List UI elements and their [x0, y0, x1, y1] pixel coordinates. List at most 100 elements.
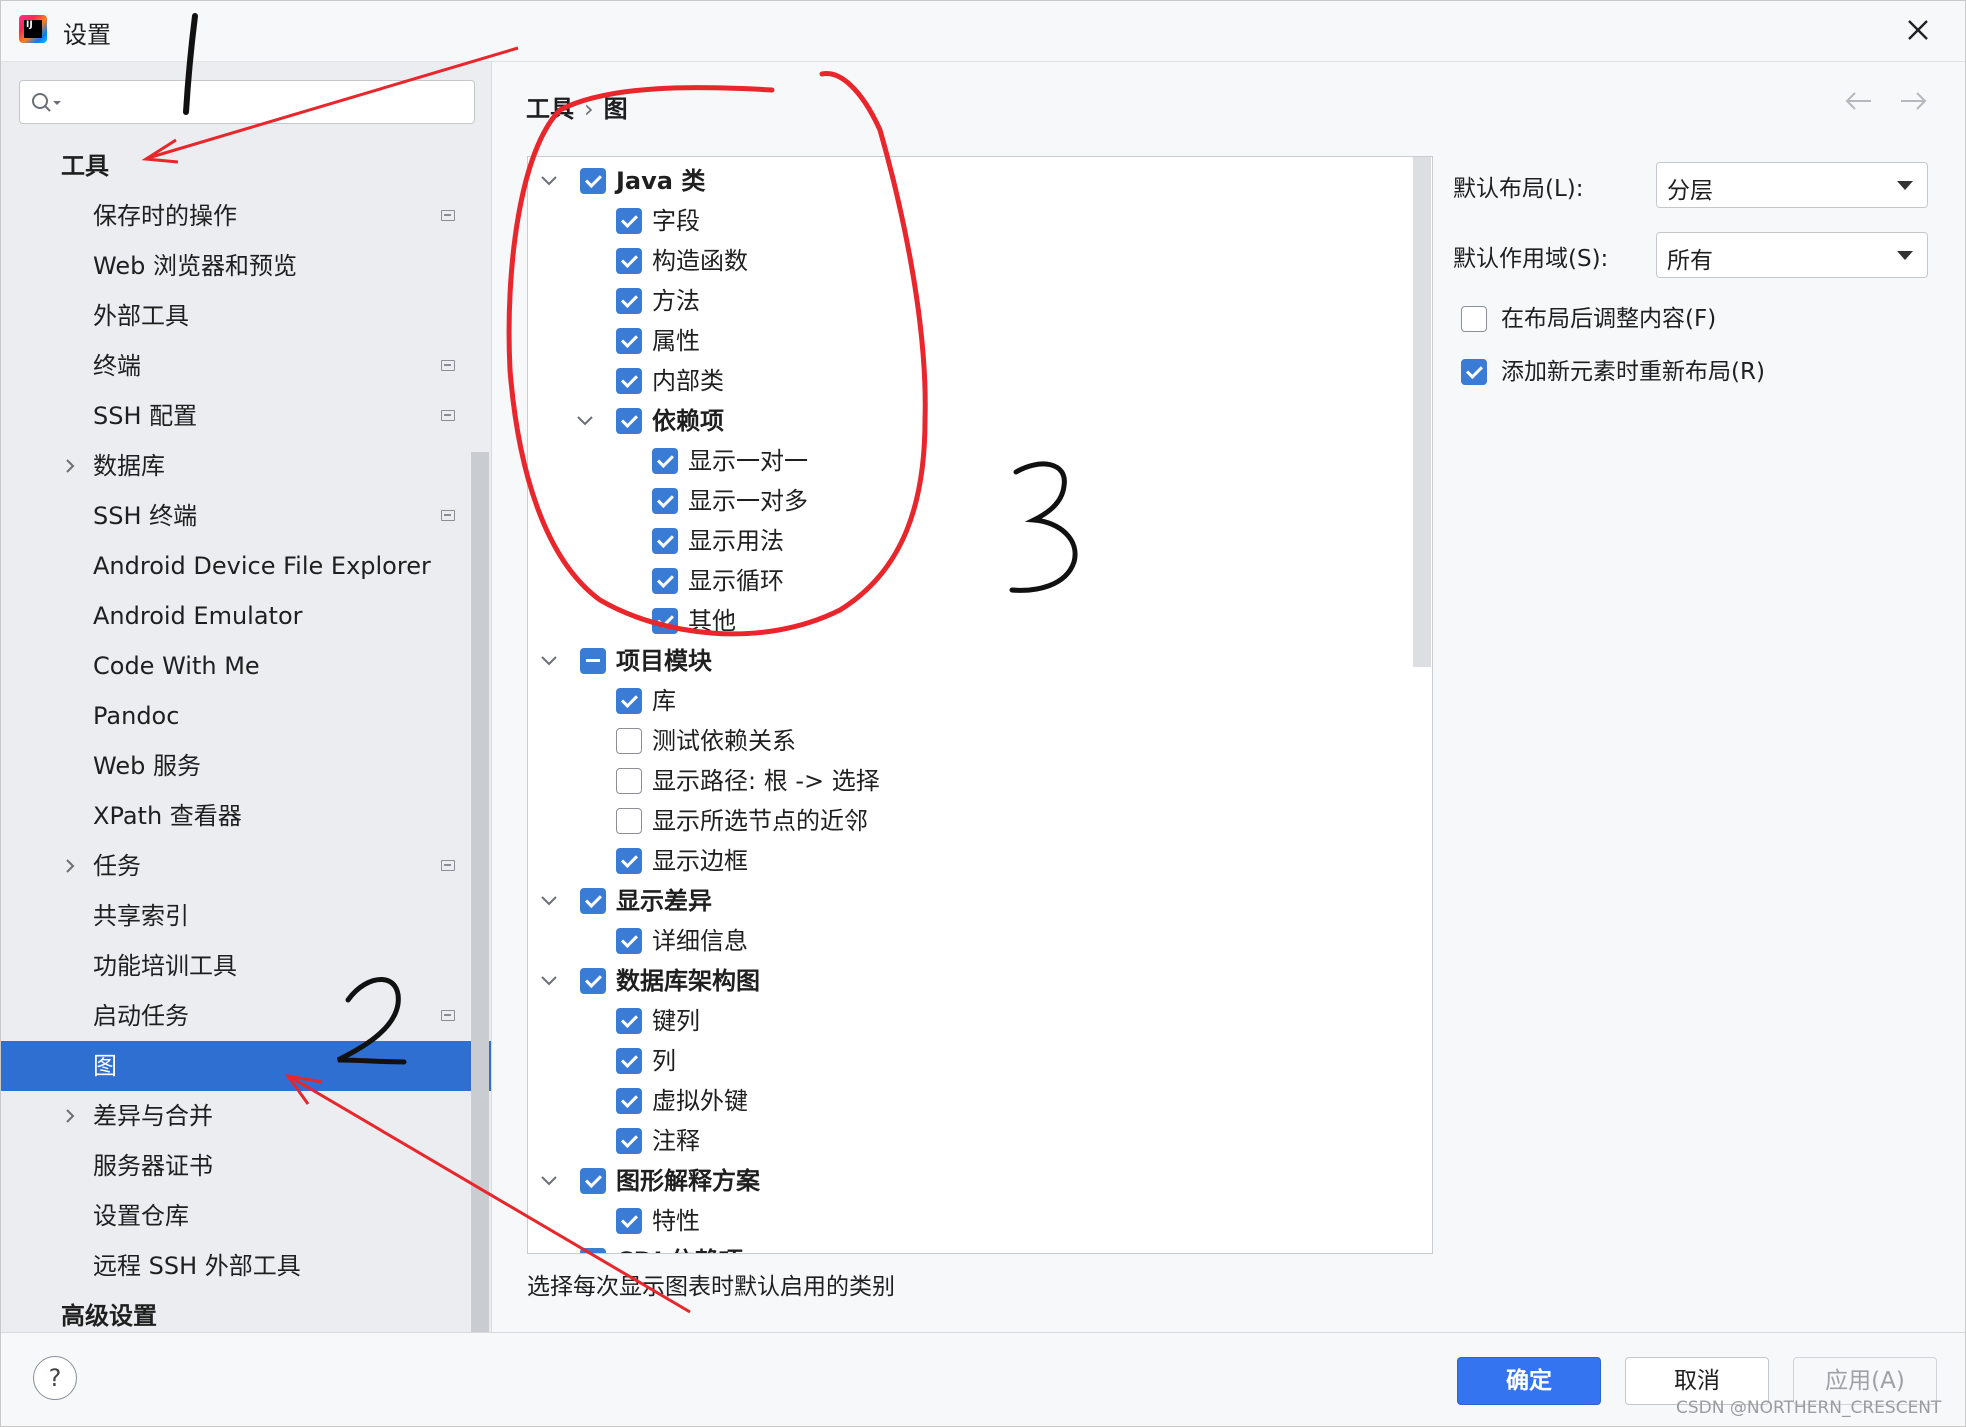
sidebar-item[interactable]: Android Device File Explorer	[1, 541, 475, 591]
ok-button[interactable]: 确定	[1457, 1357, 1601, 1405]
category-row[interactable]: 显示路径: 根 -> 选择	[528, 761, 1408, 801]
chevron-down-icon[interactable]	[540, 1253, 558, 1254]
category-row[interactable]: 依赖项	[528, 401, 1408, 441]
category-row[interactable]: 特性	[528, 1201, 1408, 1241]
relayout-checkbox[interactable]	[1461, 359, 1487, 385]
category-row[interactable]: 详细信息	[528, 921, 1408, 961]
categories-scrollbar[interactable]	[1413, 157, 1431, 667]
sidebar-item[interactable]: 服务器证书	[1, 1141, 475, 1191]
sidebar-item[interactable]: 数据库	[1, 441, 475, 491]
forward-arrow-icon[interactable]	[1897, 89, 1929, 113]
chevron-right-icon[interactable]	[63, 859, 77, 873]
category-checkbox[interactable]	[616, 368, 642, 394]
category-row[interactable]: Java 类	[528, 161, 1408, 201]
chevron-down-icon[interactable]	[540, 173, 558, 189]
category-checkbox[interactable]	[616, 768, 642, 794]
category-checkbox[interactable]	[616, 288, 642, 314]
default-scope-dropdown[interactable]: 所有	[1656, 232, 1928, 278]
chevron-right-icon[interactable]	[63, 459, 77, 473]
sidebar-item[interactable]: Code With Me	[1, 641, 475, 691]
category-checkbox[interactable]	[616, 1008, 642, 1034]
category-row[interactable]: 注释	[528, 1121, 1408, 1161]
category-row[interactable]: 显示所选节点的近邻	[528, 801, 1408, 841]
sidebar-item[interactable]: 设置仓库	[1, 1191, 475, 1241]
sidebar-item[interactable]: SSH 终端	[1, 491, 475, 541]
category-checkbox[interactable]	[580, 168, 606, 194]
category-row[interactable]: 其他	[528, 601, 1408, 641]
sidebar-scrollbar[interactable]	[471, 452, 489, 1332]
sidebar-item[interactable]: 保存时的操作	[1, 191, 475, 241]
sidebar-item[interactable]: 远程 SSH 外部工具	[1, 1241, 475, 1291]
category-checkbox[interactable]	[616, 728, 642, 754]
sidebar-item[interactable]: 终端	[1, 341, 475, 391]
category-row[interactable]: 内部类	[528, 361, 1408, 401]
category-checkbox[interactable]	[616, 1208, 642, 1234]
help-button[interactable]: ?	[33, 1356, 77, 1400]
category-row[interactable]: 数据库架构图	[528, 961, 1408, 1001]
chevron-down-icon[interactable]	[540, 653, 558, 669]
category-checkbox[interactable]	[652, 528, 678, 554]
sidebar-item[interactable]: 启动任务	[1, 991, 475, 1041]
category-checkbox[interactable]	[652, 608, 678, 634]
category-checkbox[interactable]	[616, 1048, 642, 1074]
category-checkbox[interactable]	[580, 648, 606, 674]
category-row[interactable]: 显示一对一	[528, 441, 1408, 481]
category-checkbox[interactable]	[616, 848, 642, 874]
category-checkbox[interactable]	[616, 328, 642, 354]
category-row[interactable]: 列	[528, 1041, 1408, 1081]
category-row[interactable]: 库	[528, 681, 1408, 721]
category-row[interactable]: 构造函数	[528, 241, 1408, 281]
category-checkbox[interactable]	[616, 688, 642, 714]
sidebar-item[interactable]: 差异与合并	[1, 1091, 475, 1141]
chevron-right-icon[interactable]	[63, 1109, 77, 1123]
category-row[interactable]: 虚拟外键	[528, 1081, 1408, 1121]
category-row[interactable]: CDI 依赖项	[528, 1241, 1408, 1254]
category-checkbox[interactable]	[616, 248, 642, 274]
category-checkbox[interactable]	[580, 1248, 606, 1253]
category-checkbox[interactable]	[616, 808, 642, 834]
category-row[interactable]: 显示一对多	[528, 481, 1408, 521]
category-checkbox[interactable]	[616, 928, 642, 954]
sidebar-item[interactable]: 功能培训工具	[1, 941, 475, 991]
category-checkbox[interactable]	[580, 1168, 606, 1194]
category-row[interactable]: 属性	[528, 321, 1408, 361]
chevron-down-icon[interactable]	[540, 893, 558, 909]
settings-search[interactable]	[19, 80, 475, 124]
chevron-down-icon[interactable]	[540, 1173, 558, 1189]
category-row[interactable]: 字段	[528, 201, 1408, 241]
sidebar-item[interactable]: Pandoc	[1, 691, 475, 741]
category-row[interactable]: 图形解释方案	[528, 1161, 1408, 1201]
sidebar-item[interactable]: 任务	[1, 841, 475, 891]
category-row[interactable]: 显示用法	[528, 521, 1408, 561]
category-checkbox[interactable]	[652, 488, 678, 514]
category-row[interactable]: 键列	[528, 1001, 1408, 1041]
category-checkbox[interactable]	[616, 408, 642, 434]
category-row[interactable]: 显示差异	[528, 881, 1408, 921]
category-checkbox[interactable]	[580, 888, 606, 914]
fit-content-checkbox[interactable]	[1461, 306, 1487, 332]
category-checkbox[interactable]	[616, 1128, 642, 1154]
chevron-down-icon[interactable]	[576, 413, 594, 429]
close-icon[interactable]	[1901, 13, 1935, 47]
search-input[interactable]	[72, 87, 466, 119]
sidebar-item[interactable]: SSH 配置	[1, 391, 475, 441]
category-checkbox[interactable]	[652, 448, 678, 474]
category-row[interactable]: 项目模块	[528, 641, 1408, 681]
sidebar-item[interactable]: 外部工具	[1, 291, 475, 341]
category-row[interactable]: 测试依赖关系	[528, 721, 1408, 761]
sidebar-group[interactable]: 工具	[1, 141, 475, 191]
category-row[interactable]: 显示循环	[528, 561, 1408, 601]
default-layout-dropdown[interactable]: 分层	[1656, 162, 1928, 208]
chevron-down-icon[interactable]	[540, 973, 558, 989]
back-arrow-icon[interactable]	[1843, 89, 1875, 113]
category-checkbox[interactable]	[616, 208, 642, 234]
category-checkbox[interactable]	[652, 568, 678, 594]
category-checkbox[interactable]	[616, 1088, 642, 1114]
category-row[interactable]: 显示边框	[528, 841, 1408, 881]
sidebar-item[interactable]: Android Emulator	[1, 591, 475, 641]
category-checkbox[interactable]	[580, 968, 606, 994]
category-row[interactable]: 方法	[528, 281, 1408, 321]
sidebar-item[interactable]: XPath 查看器	[1, 791, 475, 841]
breadcrumb-parent[interactable]: 工具	[526, 95, 574, 123]
sidebar-item[interactable]: 共享索引	[1, 891, 475, 941]
